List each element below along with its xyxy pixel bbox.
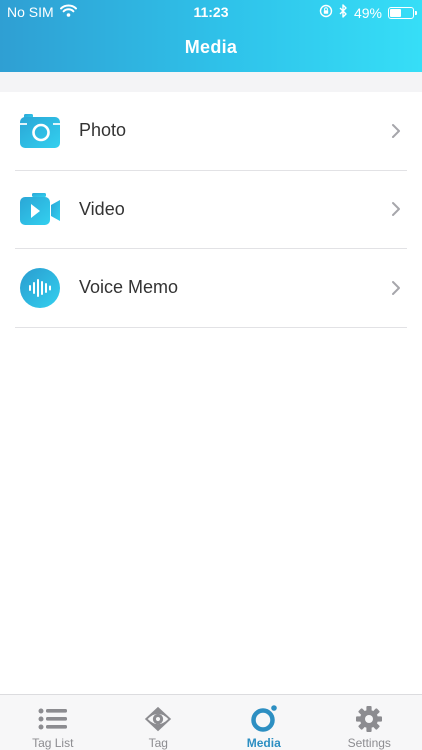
tab-media[interactable]: Media <box>211 695 317 750</box>
status-bar: No SIM 11:23 49% <box>0 0 422 24</box>
rotation-lock-icon <box>319 4 333 21</box>
video-camera-icon <box>20 189 60 229</box>
media-item-label: Voice Memo <box>79 277 179 298</box>
gear-icon <box>354 704 384 734</box>
navigation-header: No SIM 11:23 49% Media <box>0 0 422 72</box>
section-spacer <box>0 72 422 92</box>
camera-icon <box>20 111 60 151</box>
tab-tag-list[interactable]: Tag List <box>0 695 106 750</box>
battery-icon <box>388 6 417 19</box>
battery-percent: 49% <box>353 4 382 21</box>
tab-settings[interactable]: Settings <box>317 695 422 750</box>
media-ring-icon <box>249 704 279 734</box>
tab-label: Settings <box>347 736 391 750</box>
list-icon <box>38 704 68 734</box>
status-right: 49% <box>319 4 417 21</box>
media-item-label: Video <box>79 198 125 219</box>
media-item-label: Photo <box>79 120 127 141</box>
media-item-voice-memo[interactable]: Voice Memo <box>15 249 407 328</box>
eye-icon <box>143 704 173 734</box>
chevron-right-icon <box>392 123 400 138</box>
tab-label: Tag List <box>32 736 74 750</box>
media-item-video[interactable]: Video <box>15 171 407 249</box>
voice-wave-icon <box>20 267 60 308</box>
chevron-right-icon <box>392 202 400 217</box>
media-item-photo[interactable]: Photo <box>15 92 407 171</box>
page-title: Media <box>184 37 238 57</box>
tab-label: Media <box>246 736 281 750</box>
tab-tag[interactable]: Tag <box>106 695 212 750</box>
tab-label: Tag <box>148 736 168 750</box>
bluetooth-icon <box>339 4 348 21</box>
tab-bar: Tag List Tag Media Settings <box>0 694 422 750</box>
media-list: Photo Video Voice Memo <box>0 92 422 328</box>
chevron-right-icon <box>392 280 400 295</box>
